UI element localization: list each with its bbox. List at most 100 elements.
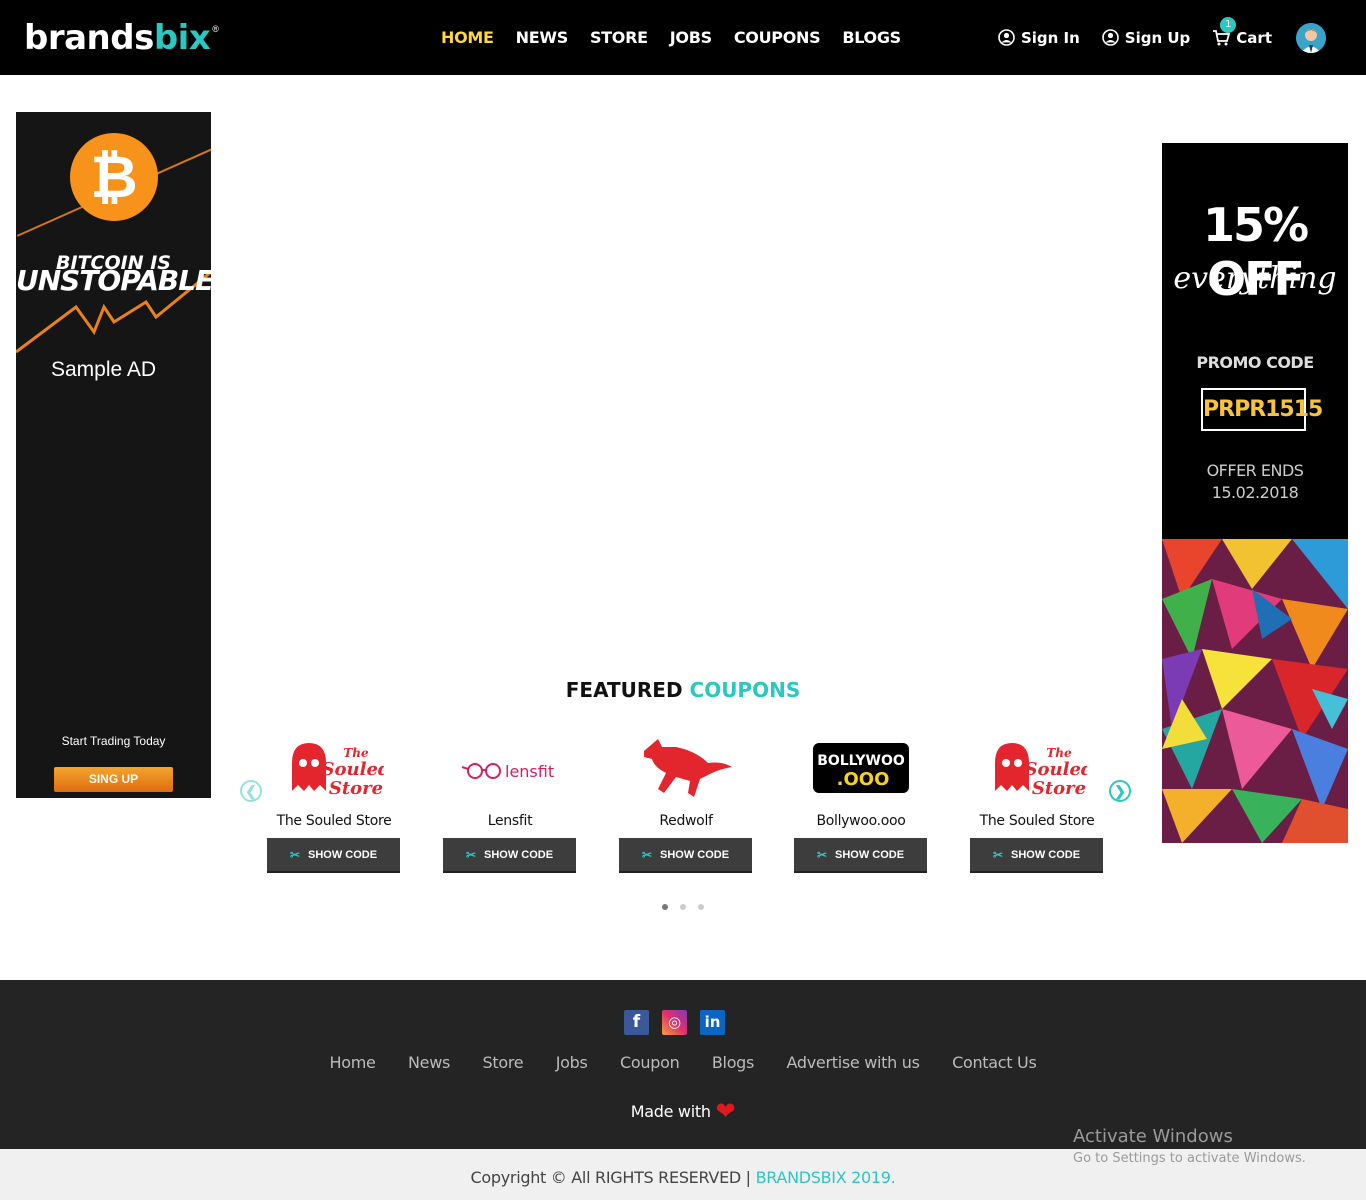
sign-in-link[interactable]: Sign In xyxy=(998,29,1080,47)
coupon-card: Redwolf ✂ SHOW CODE xyxy=(619,730,753,873)
nav-coupons[interactable]: COUPONS xyxy=(734,28,821,47)
offer-ends-date: 15.02.2018 xyxy=(1211,483,1299,502)
logo-text-brands: brands xyxy=(24,18,154,58)
sign-in-label: Sign In xyxy=(1020,28,1080,47)
cart-count-badge: 1 xyxy=(1220,16,1237,33)
footer-nav: Home News Store Jobs Coupon Blogs Advert… xyxy=(0,1053,1366,1073)
made-with-text: Made with ❤ xyxy=(0,1097,1366,1125)
heart-icon: ❤ xyxy=(715,1097,736,1125)
instagram-icon[interactable]: ◎ xyxy=(662,1010,687,1035)
coupon-store-name[interactable]: Lensfit xyxy=(443,813,577,829)
scissors-icon: ✂ xyxy=(992,847,1003,862)
footer-link-store[interactable]: Store xyxy=(483,1053,524,1072)
page: brands bix ® HOME NEWS STORE JOBS COUPONS … xyxy=(0,0,1366,1200)
footer: f ◎ in Home News Store Jobs Coupon Blogs… xyxy=(0,980,1366,1149)
promo-ad-banner[interactable]: 15% OFF everything PROMO CODE PRPR1515 O… xyxy=(1162,143,1348,843)
carousel-pagination xyxy=(0,897,1366,915)
logo-text-bix: bix xyxy=(153,18,211,58)
cart-label: Cart xyxy=(1236,28,1272,47)
start-trading-text: Start Trading Today xyxy=(61,734,166,748)
made-with-label: Made with xyxy=(630,1102,711,1121)
social-links: f ◎ in xyxy=(624,1010,738,1035)
ad-signup-button[interactable]: SING UP xyxy=(54,767,173,792)
show-code-button[interactable]: ✂ SHOW CODE xyxy=(970,838,1103,873)
coupon-store-name[interactable]: Redwolf xyxy=(619,813,753,829)
show-code-button[interactable]: ✂ SHOW CODE xyxy=(794,838,927,873)
activate-windows-subtitle: Go to Settings to activate Windows. xyxy=(1073,1151,1306,1166)
souled-logo-text-1: The xyxy=(1046,746,1072,760)
activate-windows-title: Activate Windows xyxy=(1073,1126,1233,1147)
souled-store-logo: The Souled Store xyxy=(970,730,1104,805)
show-code-label: SHOW CODE xyxy=(1011,848,1081,861)
souled-logo-text-3: Store xyxy=(1032,778,1086,799)
linkedin-icon[interactable]: in xyxy=(700,1010,725,1035)
nav-news[interactable]: NEWS xyxy=(516,28,569,47)
user-avatar-icon xyxy=(1296,22,1326,53)
bollywoo-logo: BOLLYWOO .OOO xyxy=(794,730,928,805)
show-code-button[interactable]: ✂ SHOW CODE xyxy=(267,838,400,873)
carousel-prev-button[interactable]: ❮ xyxy=(240,780,262,802)
nav-home[interactable]: HOME xyxy=(441,28,494,47)
souled-logo-text-2: Souled xyxy=(322,759,384,780)
carousel-dot[interactable] xyxy=(698,904,705,910)
souled-store-logo: The Souled Store xyxy=(267,730,401,805)
redwolf-logo xyxy=(619,730,753,805)
scissors-icon: ✂ xyxy=(816,847,827,862)
show-code-label: SHOW CODE xyxy=(484,848,554,861)
avatar[interactable] xyxy=(1296,22,1326,53)
footer-link-home[interactable]: Home xyxy=(330,1053,376,1072)
featured-title-a: FEATURED xyxy=(565,678,683,702)
sign-up-link[interactable]: Sign Up xyxy=(1101,28,1191,47)
user-circle-icon xyxy=(998,29,1015,46)
souled-logo-text-3: Store xyxy=(329,778,383,799)
coupon-card: lensfit Lensfit ✂ SHOW CODE xyxy=(443,730,577,873)
souled-logo-text-1: The xyxy=(343,746,369,760)
footer-link-news[interactable]: News xyxy=(408,1053,450,1072)
lensfit-logo-text: lensfit xyxy=(505,762,554,781)
carousel-next-button[interactable]: ❯ xyxy=(1109,780,1131,802)
ad-title-line2: UNSTOPABLE xyxy=(16,264,211,297)
footer-link-coupon[interactable]: Coupon xyxy=(620,1053,680,1072)
scissors-icon: ✂ xyxy=(289,847,300,862)
user-area: Sign In Sign Up 1 Cart xyxy=(976,0,1326,75)
coupon-store-name[interactable]: Bollywoo.ooo xyxy=(794,813,928,829)
carousel-dot[interactable] xyxy=(680,904,686,910)
bitcoin-icon: ₿ xyxy=(70,133,158,221)
featured-title-b: COUPONS xyxy=(689,678,801,702)
coupon-card: BOLLYWOO .OOO Bollywoo.ooo ✂ SHOW CODE xyxy=(794,730,928,873)
header: brands bix ® HOME NEWS STORE JOBS COUPONS … xyxy=(0,0,1366,75)
show-code-label: SHOW CODE xyxy=(835,848,905,861)
everything-text: everything xyxy=(1173,261,1337,296)
footer-link-blogs[interactable]: Blogs xyxy=(712,1053,755,1072)
nav-store[interactable]: STORE xyxy=(590,28,648,47)
copyright-text: Copyright © All RIGHTS RESERVED | BRANDS… xyxy=(0,1168,1366,1187)
offer-ends-label: OFFER ENDS xyxy=(1206,461,1304,480)
show-code-button[interactable]: ✂ SHOW CODE xyxy=(443,838,576,873)
bollywoo-logo-text-2: .OOO xyxy=(837,769,890,790)
copyright-label: Copyright © All RIGHTS RESERVED | xyxy=(470,1168,752,1187)
footer-link-contact[interactable]: Contact Us xyxy=(952,1053,1037,1072)
carousel-dot[interactable] xyxy=(661,904,668,910)
main-nav: HOME NEWS STORE JOBS COUPONS BLOGS xyxy=(430,0,912,75)
coupon-store-name[interactable]: The Souled Store xyxy=(267,813,401,829)
activate-windows-watermark: Activate Windows Go to Settings to activ… xyxy=(1073,1126,1306,1166)
coupon-card: The Souled Store The Souled Store ✂ SHOW… xyxy=(267,730,401,873)
brand-logo[interactable]: brands bix ® xyxy=(24,16,219,60)
cart-link[interactable]: 1 Cart xyxy=(1212,16,1272,47)
footer-link-jobs[interactable]: Jobs xyxy=(556,1053,588,1072)
souled-logo-text-2: Souled xyxy=(1025,759,1087,780)
show-code-button[interactable]: ✂ SHOW CODE xyxy=(619,838,752,873)
scissors-icon: ✂ xyxy=(641,847,652,862)
show-code-label: SHOW CODE xyxy=(308,848,378,861)
nav-jobs[interactable]: JOBS xyxy=(670,28,712,47)
featured-coupons-title: FEATURED COUPONS xyxy=(0,678,1366,702)
scissors-icon: ✂ xyxy=(465,847,476,862)
copyright-brand-link[interactable]: BRANDSBIX 2019. xyxy=(756,1168,896,1187)
coupon-store-name[interactable]: The Souled Store xyxy=(970,813,1104,829)
footer-link-advertise[interactable]: Advertise with us xyxy=(787,1053,920,1072)
lensfit-logo: lensfit xyxy=(443,730,577,805)
facebook-icon[interactable]: f xyxy=(624,1010,649,1035)
bollywoo-logo-text-1: BOLLYWOO xyxy=(817,753,905,769)
sign-up-label: Sign Up xyxy=(1124,28,1191,47)
nav-blogs[interactable]: BLOGS xyxy=(842,28,901,47)
